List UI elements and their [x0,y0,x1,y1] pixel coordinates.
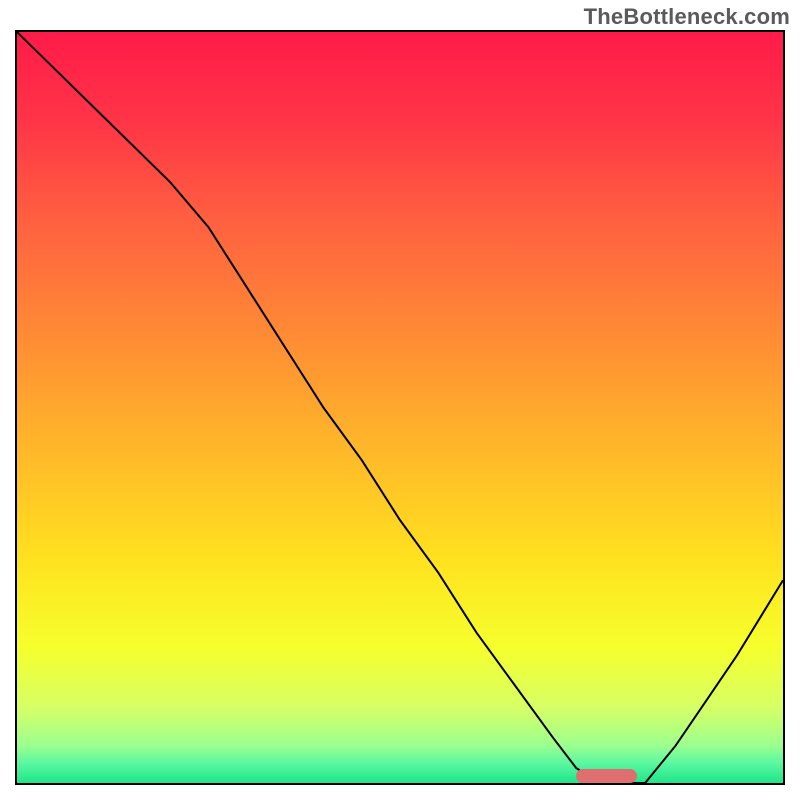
plot-frame [15,30,785,785]
chart-container: TheBottleneck.com [0,0,800,800]
curve-line [17,32,783,783]
plot-area [17,32,783,783]
watermark-text: TheBottleneck.com [584,4,790,30]
optimum-marker [576,769,637,783]
